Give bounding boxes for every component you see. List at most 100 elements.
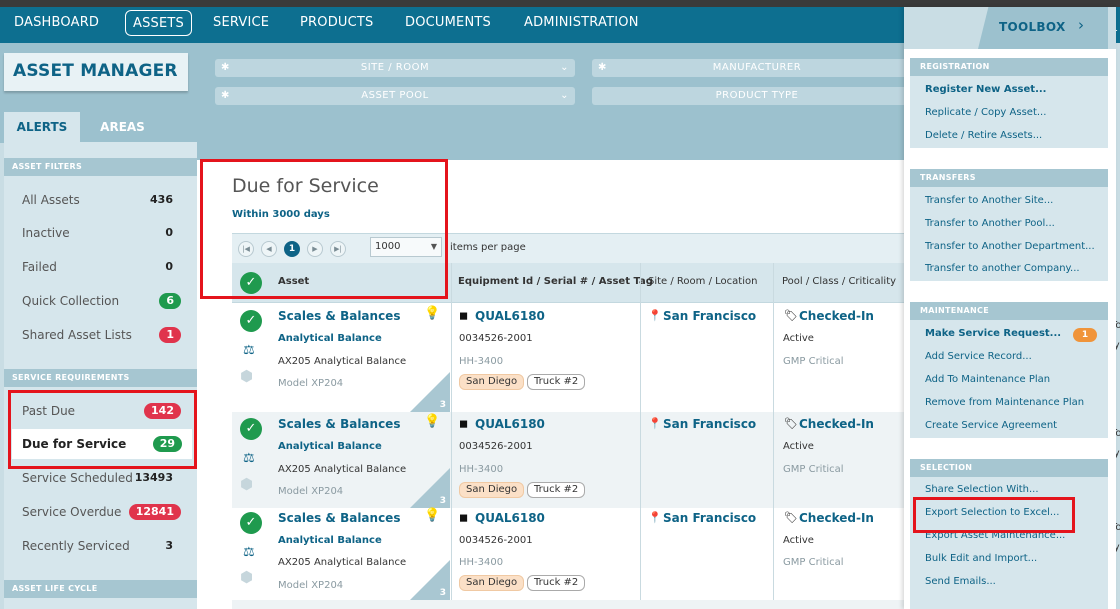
truck-chip[interactable]: Truck #2: [527, 374, 586, 390]
current-page-button[interactable]: 1: [284, 241, 300, 257]
column-header-equipment[interactable]: Equipment Id / Serial # / Asset Tag: [458, 276, 653, 287]
select-all-check-icon[interactable]: ✓: [240, 272, 262, 294]
lightbulb-icon[interactable]: 💡: [424, 508, 440, 523]
transfer-department-link[interactable]: Transfer to Another Department...: [925, 241, 1095, 252]
create-service-agreement-link[interactable]: Create Service Agreement: [925, 420, 1057, 431]
tag-icon: 🏷: [784, 511, 798, 524]
truck-chip[interactable]: Truck #2: [527, 575, 586, 591]
product-type-filter[interactable]: PRODUCT TYPE: [592, 87, 922, 105]
site-chip[interactable]: San Diego: [459, 575, 525, 591]
pin-icon: ✱: [221, 62, 230, 73]
nav-documents[interactable]: DOCUMENTS: [397, 10, 499, 36]
sidebar-item-due-for-service[interactable]: Due for Service 29: [12, 429, 192, 459]
tab-alerts[interactable]: ALERTS: [4, 112, 80, 142]
sidebar-item-past-due[interactable]: Past Due 142: [4, 396, 197, 426]
page-size-select[interactable]: 1000 ▼: [370, 237, 442, 257]
asset-tag: HH-3400: [459, 356, 504, 367]
prev-page-button[interactable]: ◀: [261, 241, 277, 257]
chevron-right-icon[interactable]: ›: [1078, 16, 1084, 34]
add-service-record-link[interactable]: Add Service Record...: [925, 351, 1032, 362]
remove-maintenance-plan-link[interactable]: Remove from Maintenance Plan: [925, 397, 1084, 408]
row-check-icon[interactable]: ✓: [240, 310, 262, 332]
scale-icon: ⚖: [243, 545, 255, 560]
row-check-icon[interactable]: ✓: [240, 512, 262, 534]
nav-administration[interactable]: ADMINISTRATION: [516, 10, 647, 36]
nav-assets[interactable]: ASSETS: [125, 10, 193, 36]
tag-icon: 🏷: [784, 417, 798, 430]
sidebar-item-failed[interactable]: Failed 0: [4, 252, 197, 282]
export-selection-excel-link[interactable]: Export Selection to Excel...: [925, 507, 1059, 518]
pool-link[interactable]: Checked-In: [799, 511, 874, 525]
site-chip[interactable]: San Diego: [459, 482, 525, 498]
equipment-id-link[interactable]: QUAL6180: [475, 511, 545, 525]
transfer-company-link[interactable]: Transfer to another Company...: [925, 263, 1080, 274]
export-asset-maintenance-link[interactable]: Export Asset Maintenance...: [925, 530, 1065, 541]
table-header: ✓ Asset Equipment Id / Serial # / Asset …: [232, 263, 912, 303]
site-room-filter[interactable]: ✱ SITE / ROOM ⌄: [215, 59, 575, 77]
asset-pool-filter[interactable]: ✱ ASSET POOL ⌄: [215, 87, 575, 105]
manufacturer-filter[interactable]: ✱ MANUFACTURER: [592, 59, 922, 77]
location-link[interactable]: San Francisco: [663, 417, 756, 431]
location-link[interactable]: San Francisco: [663, 511, 756, 525]
map-pin-icon: 📍: [648, 511, 662, 524]
product-type-filter-label: PRODUCT TYPE: [715, 90, 799, 101]
sidebar-item-all-assets[interactable]: All Assets 436: [4, 185, 197, 215]
nav-products[interactable]: PRODUCTS: [292, 10, 382, 36]
count-badge: 6: [159, 293, 181, 309]
column-header-asset[interactable]: Asset: [278, 276, 309, 287]
pool-link[interactable]: Checked-In: [799, 417, 874, 431]
sidebar-item-shared-asset-lists[interactable]: Shared Asset Lists 1: [4, 320, 197, 350]
location-link[interactable]: San Francisco: [663, 309, 756, 323]
site-chip[interactable]: San Diego: [459, 374, 525, 390]
sidebar-item-service-scheduled[interactable]: Service Scheduled 13493: [4, 463, 197, 493]
truck-chip[interactable]: Truck #2: [527, 482, 586, 498]
lightbulb-icon[interactable]: 💡: [424, 306, 440, 321]
tab-areas[interactable]: AREAS: [80, 112, 165, 142]
asset-subcategory: Analytical Balance: [278, 333, 382, 344]
tag-icon: 🏷: [784, 309, 798, 322]
send-emails-link[interactable]: Send Emails...: [925, 576, 996, 587]
register-new-asset-link[interactable]: Register New Asset...: [925, 84, 1046, 95]
column-header-pool[interactable]: Pool / Class / Criticality: [782, 276, 896, 287]
next-page-button[interactable]: ▶: [307, 241, 323, 257]
pin-icon: ✱: [598, 62, 607, 73]
asset-category[interactable]: Scales & Balances: [278, 309, 400, 323]
bulk-edit-import-link[interactable]: Bulk Edit and Import...: [925, 553, 1037, 564]
lightbulb-icon[interactable]: 💡: [424, 414, 440, 429]
share-selection-link[interactable]: Share Selection With...: [925, 484, 1039, 495]
transfer-pool-link[interactable]: Transfer to Another Pool...: [925, 218, 1055, 229]
replicate-copy-asset-link[interactable]: Replicate / Copy Asset...: [925, 107, 1046, 118]
nav-service[interactable]: SERVICE: [205, 10, 277, 36]
column-header-location[interactable]: Site / Room / Location: [648, 276, 757, 287]
sidebar-item-label: Service Scheduled: [22, 471, 133, 485]
equipment-id-link[interactable]: QUAL6180: [475, 309, 545, 323]
cube-icon: ◼: [459, 417, 469, 430]
asset-category[interactable]: Scales & Balances: [278, 417, 400, 431]
last-page-button[interactable]: ▶|: [330, 241, 346, 257]
first-page-button[interactable]: |◀: [238, 241, 254, 257]
column-divider: [773, 412, 774, 508]
column-divider: [451, 412, 452, 508]
sidebar-item-service-overdue[interactable]: Service Overdue 12841: [4, 497, 197, 527]
nav-dashboard[interactable]: DASHBOARD: [6, 10, 107, 36]
chevron-down-icon: ⌄: [560, 62, 569, 73]
toolbox-title[interactable]: TOOLBOX: [999, 20, 1066, 34]
asset-subcategory: Analytical Balance: [278, 535, 382, 546]
selection-heading: SELECTION: [910, 459, 1108, 477]
sidebar-item-quick-collection[interactable]: Quick Collection 6: [4, 286, 197, 316]
sidebar-item-recently-serviced[interactable]: Recently Serviced 3: [4, 531, 197, 561]
pool-link[interactable]: Checked-In: [799, 309, 874, 323]
make-service-request-link[interactable]: Make Service Request...: [925, 328, 1061, 339]
add-maintenance-plan-link[interactable]: Add To Maintenance Plan: [925, 374, 1050, 385]
sidebar-item-inactive[interactable]: Inactive 0: [4, 218, 197, 248]
count-corner-value: 3: [439, 496, 446, 506]
service-requirements-heading: SERVICE REQUIREMENTS: [4, 369, 197, 387]
count-corner-value: 3: [439, 400, 446, 410]
row-check-icon[interactable]: ✓: [240, 418, 262, 440]
transfer-site-link[interactable]: Transfer to Another Site...: [925, 195, 1053, 206]
delete-retire-assets-link[interactable]: Delete / Retire Assets...: [925, 130, 1042, 141]
site-room-filter-label: SITE / ROOM: [360, 62, 430, 73]
equipment-id-link[interactable]: QUAL6180: [475, 417, 545, 431]
pagination-bar: |◀ ◀ 1 ▶ ▶| 1000 ▼ items per page: [232, 233, 912, 263]
asset-category[interactable]: Scales & Balances: [278, 511, 400, 525]
